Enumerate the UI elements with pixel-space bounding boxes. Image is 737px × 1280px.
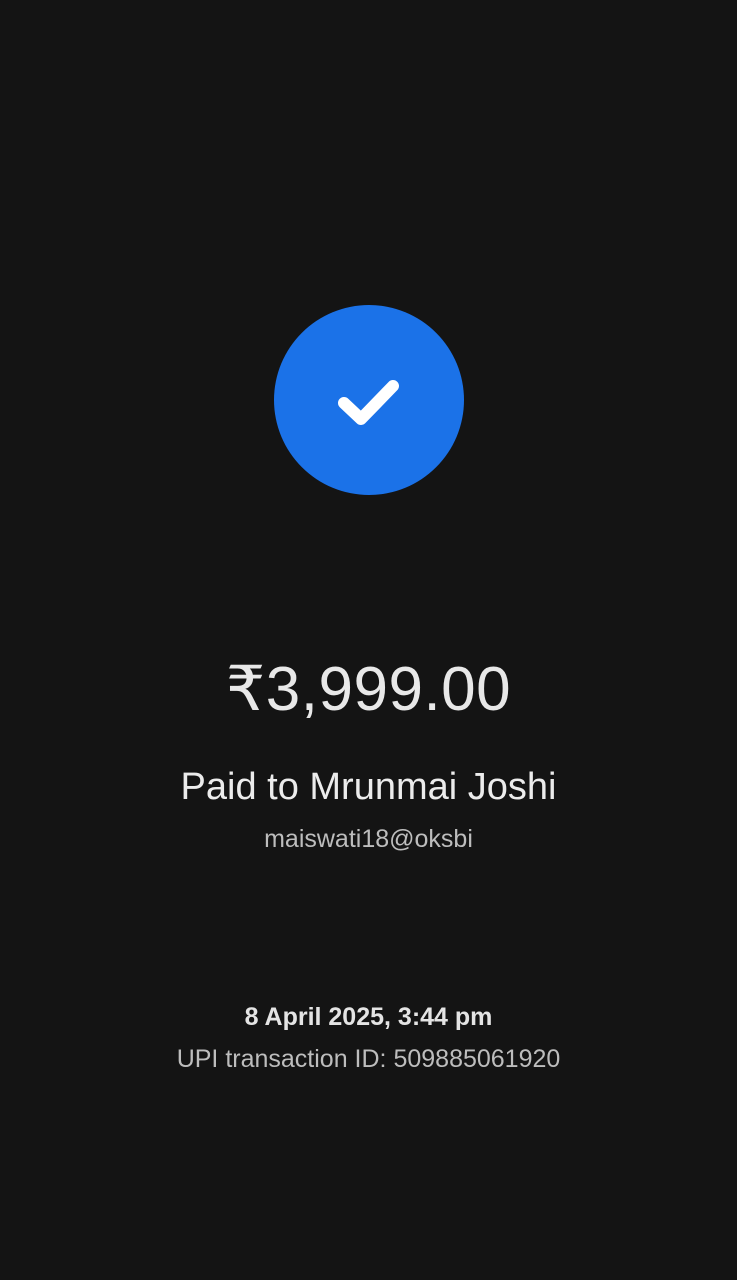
payment-success-screen: ₹3,999.00 Paid to Mrunmai Joshi maiswati… — [0, 0, 737, 1280]
success-badge — [274, 305, 464, 495]
payment-amount: ₹3,999.00 — [225, 655, 512, 724]
transaction-id: UPI transaction ID: 509885061920 — [176, 1045, 561, 1073]
transaction-datetime: 8 April 2025, 3:44 pm — [244, 1003, 493, 1031]
payee-upi-id: maiswati18@oksbi — [264, 825, 473, 853]
payee-name: Paid to Mrunmai Joshi — [180, 766, 557, 808]
check-icon — [338, 380, 399, 425]
